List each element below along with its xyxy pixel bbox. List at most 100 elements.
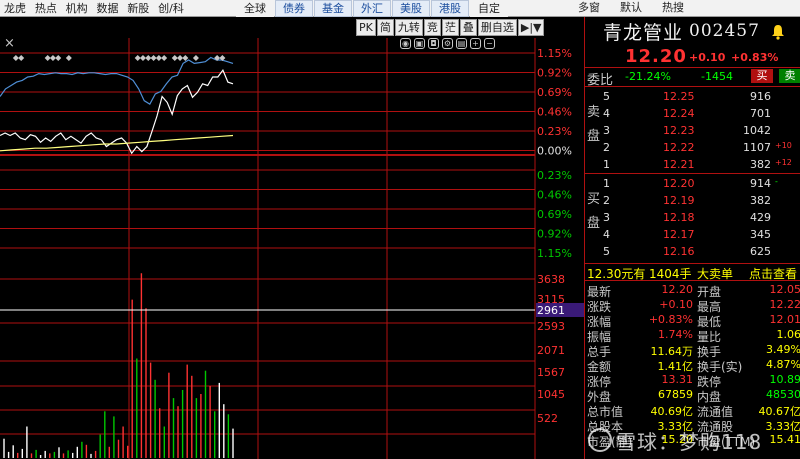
order-ratio-row: 委比 -21.24% -1454 买 卖 <box>585 67 800 88</box>
tab-bonds[interactable]: 债券 <box>275 0 313 17</box>
simple-button[interactable]: 简 <box>376 19 394 36</box>
current-price: 12.20 <box>625 46 687 67</box>
bid-volume: 382 <box>750 194 771 207</box>
bid-volume: 914 <box>750 177 771 190</box>
bid-level: 2 <box>603 194 610 207</box>
ask-row[interactable]: 4 12.24 701 <box>585 107 800 122</box>
ask-row[interactable]: 2 12.22 1107 +10 <box>585 141 800 156</box>
ask-volume: 916 <box>750 90 771 103</box>
quote-panel: 青龙管业 002457 12.20 +0.10 +0.83% 委比 -21.24… <box>584 17 800 459</box>
nav-item-hotspot[interactable]: 热点 <box>35 1 57 16</box>
nav-default[interactable]: 默认 <box>610 0 652 16</box>
bid-row[interactable]: 5 12.16 625 <box>585 245 800 260</box>
bid-change: - <box>775 177 778 186</box>
stock-name: 青龙管业 <box>603 21 684 44</box>
stat-value-left: 1.41亿 <box>657 360 694 373</box>
signal-marker <box>150 55 157 61</box>
ask-price: 12.25 <box>663 90 695 103</box>
bid-level: 5 <box>603 245 610 258</box>
bid-level: 3 <box>603 211 610 224</box>
nav-item-ipo[interactable]: 新股 <box>127 1 149 16</box>
ask-change: +12 <box>775 158 792 167</box>
ask-row[interactable]: 3 12.23 1042 <box>585 124 800 139</box>
signal-marker <box>55 55 62 61</box>
nav-right-group: 多窗 默认 热搜 <box>568 0 694 16</box>
overlay-button[interactable]: 叠 <box>459 19 477 36</box>
bid-row[interactable]: 4 12.17 345 <box>585 228 800 243</box>
bid-price: 12.18 <box>663 211 695 224</box>
ask-price: 12.23 <box>663 124 695 137</box>
bid-volume: 429 <box>750 211 771 224</box>
bid-row[interactable]: 1 12.20 914- <box>585 177 800 192</box>
nav-item-data[interactable]: 数据 <box>96 1 118 16</box>
pct-tick-label: 0.46% <box>537 189 572 202</box>
stat-value-right: 12.05 <box>769 283 800 296</box>
volume-tick-label: 2593 <box>537 320 565 333</box>
ask-change: +10 <box>775 141 792 150</box>
ask-row[interactable]: 1 12.21 382 +12 <box>585 158 800 173</box>
stat-value-right: 48530 <box>766 388 800 401</box>
stat-value-right: 1.06 <box>776 328 800 341</box>
nav-multi-window[interactable]: 多窗 <box>568 0 610 16</box>
stat-value-right: 4.87% <box>766 358 800 371</box>
signal-marker <box>134 55 141 61</box>
nav-left-group: 龙虎 热点 机构 数据 新股 创/科 <box>4 1 189 16</box>
stat-value-right: 40.67亿 <box>758 405 800 418</box>
bid-row[interactable]: 2 12.19 382 <box>585 194 800 209</box>
pct-tick-label: 0.69% <box>537 208 572 221</box>
nav-item-longhu[interactable]: 龙虎 <box>4 1 26 16</box>
signal-marker <box>139 55 146 61</box>
bid-price: 12.17 <box>663 228 695 241</box>
volume-tick-label: 2071 <box>537 344 565 357</box>
expand-button[interactable]: ▶|▼ <box>517 19 545 36</box>
signal-marker <box>44 55 51 61</box>
tab-us-stocks[interactable]: 美股 <box>392 0 430 17</box>
trade-type: 大卖单 <box>697 267 734 281</box>
stat-value-right: 3.49% <box>766 343 800 356</box>
tab-hk-stocks[interactable]: 港股 <box>431 0 469 17</box>
cursor-value-label: 2961 <box>537 304 565 317</box>
signal-marker <box>177 55 184 61</box>
pct-tick-label: 0.69% <box>537 86 572 99</box>
chart-canvas: 1.15% 0.92% 0.69% 0.46% 0.23% 0.00% 0.23% 0.46%… <box>0 38 584 459</box>
pct-tick-label: 0.46% <box>537 106 572 119</box>
volume-tick-label: 522 <box>537 412 558 425</box>
pct-tick-label: 1.15% <box>537 247 572 260</box>
stat-value-right: 12.22 <box>769 298 800 311</box>
signal-marker <box>12 55 19 61</box>
bid-level: 4 <box>603 228 610 241</box>
tab-funds[interactable]: 基金 <box>314 0 352 17</box>
bid-row[interactable]: 3 12.18 429 <box>585 211 800 226</box>
jiuzhuan-button[interactable]: 九转 <box>394 19 423 36</box>
ask-level: 1 <box>603 158 610 171</box>
stat-value-left: 12.20 <box>661 283 694 296</box>
stats-row: 总手 11.64万 换手 3.49% <box>585 343 800 359</box>
stats-row: 涨幅 +0.83% 最低 12.01 <box>585 313 800 329</box>
stat-value-left: 67859 <box>658 388 693 401</box>
big-trade-notice[interactable]: 12.30元有 1404手 大卖单 点击查看 <box>585 263 800 281</box>
sell-button[interactable]: 卖 <box>779 69 800 83</box>
nav-hot-search[interactable]: 热搜 <box>652 0 694 16</box>
pk-button[interactable]: PK <box>356 19 376 36</box>
remove-watchlist-button[interactable]: 删自选 <box>477 19 517 36</box>
tab-global[interactable]: 全球 <box>236 0 274 17</box>
mang-button[interactable]: 茫 <box>441 19 459 36</box>
bell-icon[interactable] <box>771 24 785 40</box>
tab-forex[interactable]: 外汇 <box>353 0 391 17</box>
watermark-text: 雪球：梦购118 <box>616 429 763 454</box>
bid-price: 12.19 <box>663 194 695 207</box>
pct-tick-label: 0.92% <box>537 228 572 241</box>
market-tabs: 全球 债券 基金 外汇 美股 港股 自定 <box>236 0 508 17</box>
stats-row: 最新 12.20 开盘 12.05 <box>585 283 800 299</box>
intraday-chart[interactable]: 1.15% 0.92% 0.69% 0.46% 0.23% 0.00% 0.23% 0.46%… <box>0 38 584 459</box>
auction-button[interactable]: 竞 <box>423 19 441 36</box>
tab-custom[interactable]: 自定 <box>470 0 508 17</box>
nav-item-chuangke[interactable]: 创/科 <box>158 1 184 16</box>
buy-button[interactable]: 买 <box>751 69 773 83</box>
ask-row[interactable]: 5 12.25 916 <box>585 90 800 105</box>
stat-value-left: 11.64万 <box>650 345 694 358</box>
trade-view-link[interactable]: 点击查看 <box>749 265 797 282</box>
nav-item-institution[interactable]: 机构 <box>66 1 88 16</box>
compare-index-line <box>0 56 234 105</box>
pct-tick-label: 0.92% <box>537 67 572 80</box>
